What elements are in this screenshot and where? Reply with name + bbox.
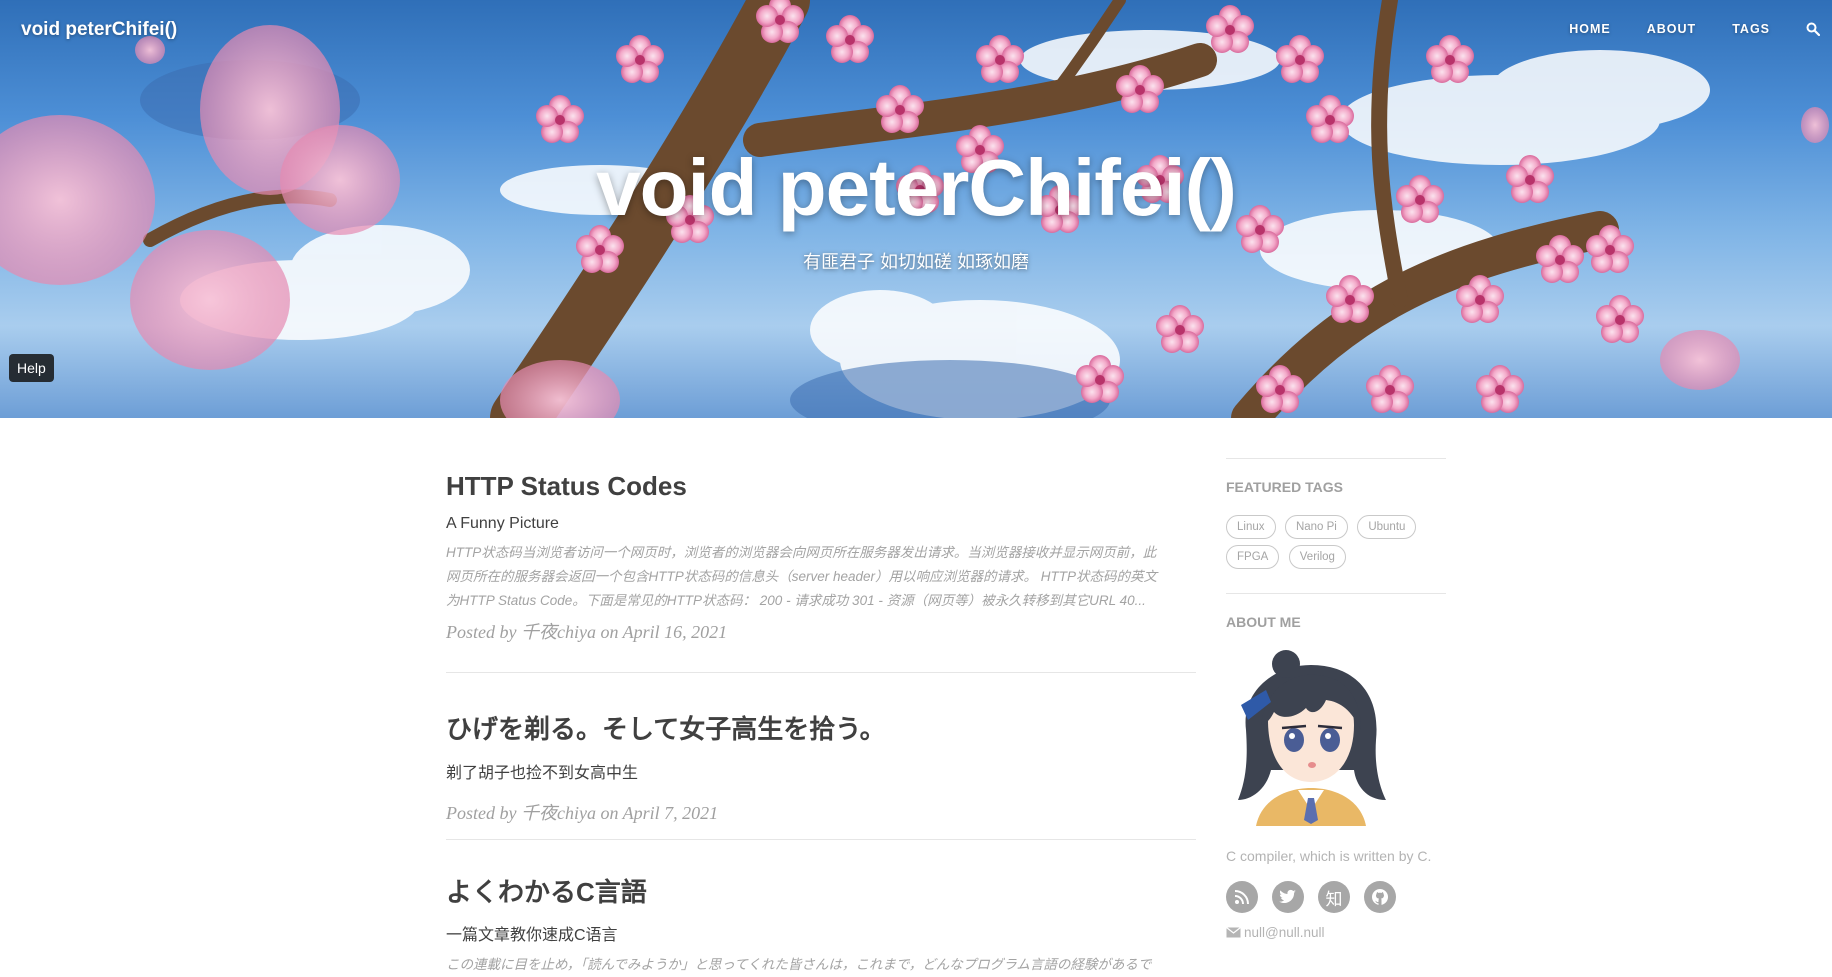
excerpt-line: 网页所在的服务器会返回一个包含HTTP状态码的信息头（server header…	[446, 569, 1158, 584]
post-subtitle[interactable]: 一篇文章教你速成C语言	[446, 921, 1196, 945]
tag-nano-pi[interactable]: Nano Pi	[1284, 515, 1348, 539]
nav-about[interactable]: ABOUT	[1647, 22, 1696, 36]
sidebar-divider	[1226, 593, 1446, 594]
post-subtitle[interactable]: 剃了胡子也捡不到女高中生	[446, 759, 1196, 783]
tag-fpga[interactable]: FPGA	[1226, 545, 1280, 569]
search-icon[interactable]	[1806, 22, 1820, 36]
navbar: void peterChifei() HOME ABOUT TAGS	[0, 0, 1832, 60]
post-meta: Posted by 千夜chiya on April 16, 2021	[446, 622, 728, 642]
excerpt-line: 为HTTP Status Code。下面是常见的HTTP状态码： 200 - 请…	[446, 593, 1146, 608]
email-link[interactable]: null@null.null	[1226, 925, 1446, 940]
post-excerpt[interactable]: HTTP状态码当浏览者访问一个网页时，浏览者的浏览器会向网页所在服务器发出请求。…	[446, 541, 1196, 613]
post-excerpt[interactable]: この連載に目を止め，「読んでみようか」と思ってくれた皆さんは，これまで，どんなプ…	[446, 953, 1196, 977]
post-preview: ひげを剃る。そして女子高生を拾う。 剃了胡子也捡不到女高中生 Posted by…	[446, 673, 1196, 840]
tag-linux[interactable]: Linux	[1226, 515, 1276, 539]
excerpt-line: HTTP状态码当浏览者访问一个网页时，浏览者的浏览器会向网页所在服务器发出请求。…	[446, 545, 1157, 560]
featured-tags-heading: FEATURED TAGS	[1226, 479, 1343, 495]
post-title[interactable]: よくわかるC言語	[446, 872, 1196, 909]
post-title[interactable]: HTTP Status Codes	[446, 471, 1196, 502]
post-preview: HTTP Status Codes A Funny Picture HTTP状态…	[446, 418, 1196, 673]
post-meta: Posted by 千夜chiya on April 7, 2021	[446, 803, 719, 823]
post-list: HTTP Status Codes A Funny Picture HTTP状态…	[446, 418, 1196, 977]
site-subtitle: 有匪君子 如切如磋 如琢如磨	[802, 252, 1029, 272]
featured-tags: Linux Nano Pi Ubuntu FPGA Verilog	[1226, 515, 1426, 575]
post-title[interactable]: ひげを剃る。そして女子高生を拾う。	[446, 709, 1196, 746]
sidebar-divider	[1226, 458, 1446, 459]
site-title: void peterChifei()	[596, 143, 1237, 232]
bio-text: C compiler, which is written by C.	[1226, 848, 1432, 864]
help-button[interactable]: Help	[9, 354, 54, 382]
tag-verilog[interactable]: Verilog	[1288, 545, 1346, 569]
mail-icon	[1226, 927, 1241, 938]
post-subtitle[interactable]: A Funny Picture	[446, 515, 1196, 533]
hero-banner: void peterChifei() HOME ABOUT TAGS void …	[0, 0, 1832, 418]
avatar-illustration	[1238, 650, 1386, 826]
email-text: null@null.null	[1244, 925, 1325, 940]
twitter-icon[interactable]	[1272, 881, 1304, 913]
tag-ubuntu[interactable]: Ubuntu	[1357, 515, 1417, 539]
excerpt-line: この連載に目を止め，「読んでみようか」と思ってくれた皆さんは，これまで，どんなプ…	[446, 957, 1152, 972]
avatar	[1226, 650, 1396, 826]
nav-links: HOME ABOUT TAGS	[1569, 22, 1832, 36]
about-me-heading: ABOUT ME	[1226, 614, 1301, 630]
rss-icon[interactable]	[1226, 881, 1258, 913]
sidebar: FEATURED TAGS Linux Nano Pi Ubuntu FPGA …	[1226, 458, 1446, 940]
github-icon[interactable]	[1364, 881, 1396, 913]
nav-tags[interactable]: TAGS	[1732, 22, 1770, 36]
zhihu-icon[interactable]: 知	[1318, 881, 1350, 913]
brand-link[interactable]: void peterChifei()	[21, 19, 177, 41]
post-preview: よくわかるC言語 一篇文章教你速成C语言 この連載に目を止め，「読んでみようか」…	[446, 840, 1196, 977]
site-heading: void peterChifei() 有匪君子 如切如磋 如琢如磨	[0, 148, 1832, 274]
social-links: 知	[1226, 881, 1446, 913]
nav-home[interactable]: HOME	[1569, 22, 1611, 36]
